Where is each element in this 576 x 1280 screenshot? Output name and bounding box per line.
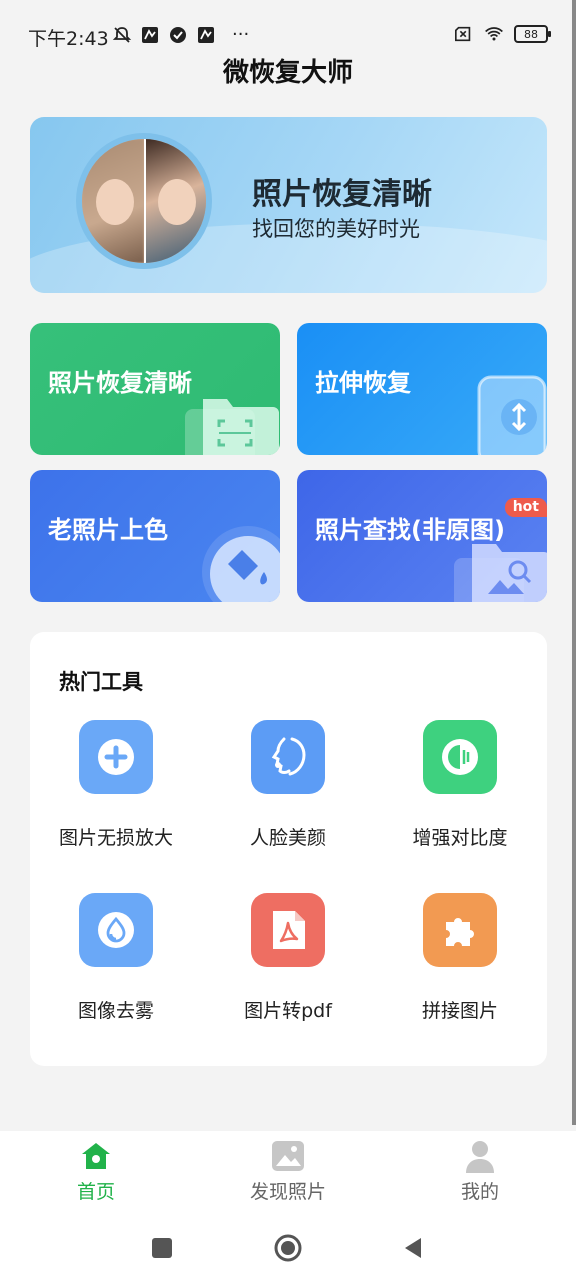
contrast-icon	[423, 720, 497, 794]
nav-discover-photos[interactable]: 发现照片	[228, 1139, 348, 1204]
tool-label: 人脸美颜	[249, 827, 326, 849]
face-blurry	[96, 179, 134, 225]
nav-label: 发现照片	[249, 1181, 326, 1203]
mute-bell-icon	[112, 25, 132, 45]
status-time: 下午2:43	[28, 28, 109, 50]
status-notification-icons: ···	[112, 24, 249, 45]
home-icon	[79, 1139, 113, 1173]
check-circle-icon	[168, 25, 188, 45]
tool-image-to-pdf[interactable]: 图片转pdf	[202, 893, 374, 1023]
banner-photo-restore[interactable]: 照片恢复清晰 找回您的美好时光	[30, 117, 547, 293]
tool-label: 增强对比度	[412, 827, 508, 849]
user-icon	[463, 1139, 497, 1173]
phone-stretch-icon	[477, 375, 547, 455]
feature-card-photo-restore[interactable]: 照片恢复清晰	[30, 323, 280, 455]
banner-title: 照片恢复清晰	[252, 177, 432, 212]
pdf-icon	[251, 893, 325, 967]
hot-tools-title: 热门工具	[59, 670, 143, 694]
face-profile-icon	[251, 720, 325, 794]
status-system-icons: 88	[454, 24, 551, 44]
feature-label: 拉伸恢复	[315, 369, 411, 397]
folder-scan-icon	[185, 399, 279, 455]
app-notification-icon	[140, 25, 160, 45]
nav-label: 我的	[460, 1181, 499, 1203]
image-search-icon	[454, 544, 547, 602]
photo-icon	[271, 1139, 305, 1173]
recents-button[interactable]	[147, 1233, 177, 1263]
more-notifications: ···	[232, 24, 250, 45]
feature-card-stretch-restore[interactable]: 拉伸恢复	[297, 323, 547, 455]
hot-tools-panel: 热门工具 图片无损放大 人脸美颜 增强对比度 图像去雾 图片转pdf 拼接图片	[30, 632, 547, 1066]
tool-stitch-images[interactable]: 拼接图片	[374, 893, 546, 1023]
tool-label: 拼接图片	[421, 1000, 498, 1022]
paint-bucket-icon	[202, 526, 280, 602]
puzzle-icon	[423, 893, 497, 967]
plus-circle-icon	[79, 720, 153, 794]
square-icon	[152, 1238, 172, 1258]
back-triangle-icon	[405, 1238, 421, 1258]
before-after-photo	[76, 133, 212, 269]
feature-card-photo-search[interactable]: 照片查找(非原图) hot	[297, 470, 547, 602]
photo-divider	[144, 139, 146, 263]
nav-home[interactable]: 首页	[36, 1139, 156, 1204]
app-notification-icon	[196, 25, 216, 45]
droplet-icon	[79, 893, 153, 967]
feature-label: 照片恢复清晰	[48, 369, 192, 397]
bottom-nav: 首页 发现照片 我的	[0, 1131, 576, 1217]
tool-dehaze[interactable]: 图像去雾	[30, 893, 202, 1023]
banner-subtitle: 找回您的美好时光	[252, 217, 420, 241]
face-clear	[158, 179, 196, 225]
page-title: 微恢复大师	[222, 58, 353, 88]
scrollbar[interactable]	[572, 0, 576, 1125]
tool-label: 图片转pdf	[244, 1000, 332, 1022]
home-system-button[interactable]	[273, 1233, 303, 1263]
nav-label: 首页	[76, 1181, 115, 1203]
nav-profile[interactable]: 我的	[420, 1139, 540, 1204]
tool-face-beauty[interactable]: 人脸美颜	[202, 720, 374, 850]
tool-label: 图片无损放大	[58, 827, 173, 849]
tool-contrast[interactable]: 增强对比度	[374, 720, 546, 850]
back-button[interactable]	[398, 1233, 428, 1263]
feature-label: 老照片上色	[48, 516, 168, 544]
feature-card-colorize[interactable]: 老照片上色	[30, 470, 280, 602]
hot-badge: hot	[504, 498, 547, 517]
tool-label: 图像去雾	[77, 1000, 154, 1022]
wifi-icon	[484, 24, 504, 44]
system-nav-bar	[0, 1217, 576, 1280]
battery-indicator: 88	[514, 25, 551, 43]
circle-icon	[274, 1234, 302, 1262]
no-sim-icon	[454, 24, 474, 44]
tool-lossless-upscale[interactable]: 图片无损放大	[30, 720, 202, 850]
